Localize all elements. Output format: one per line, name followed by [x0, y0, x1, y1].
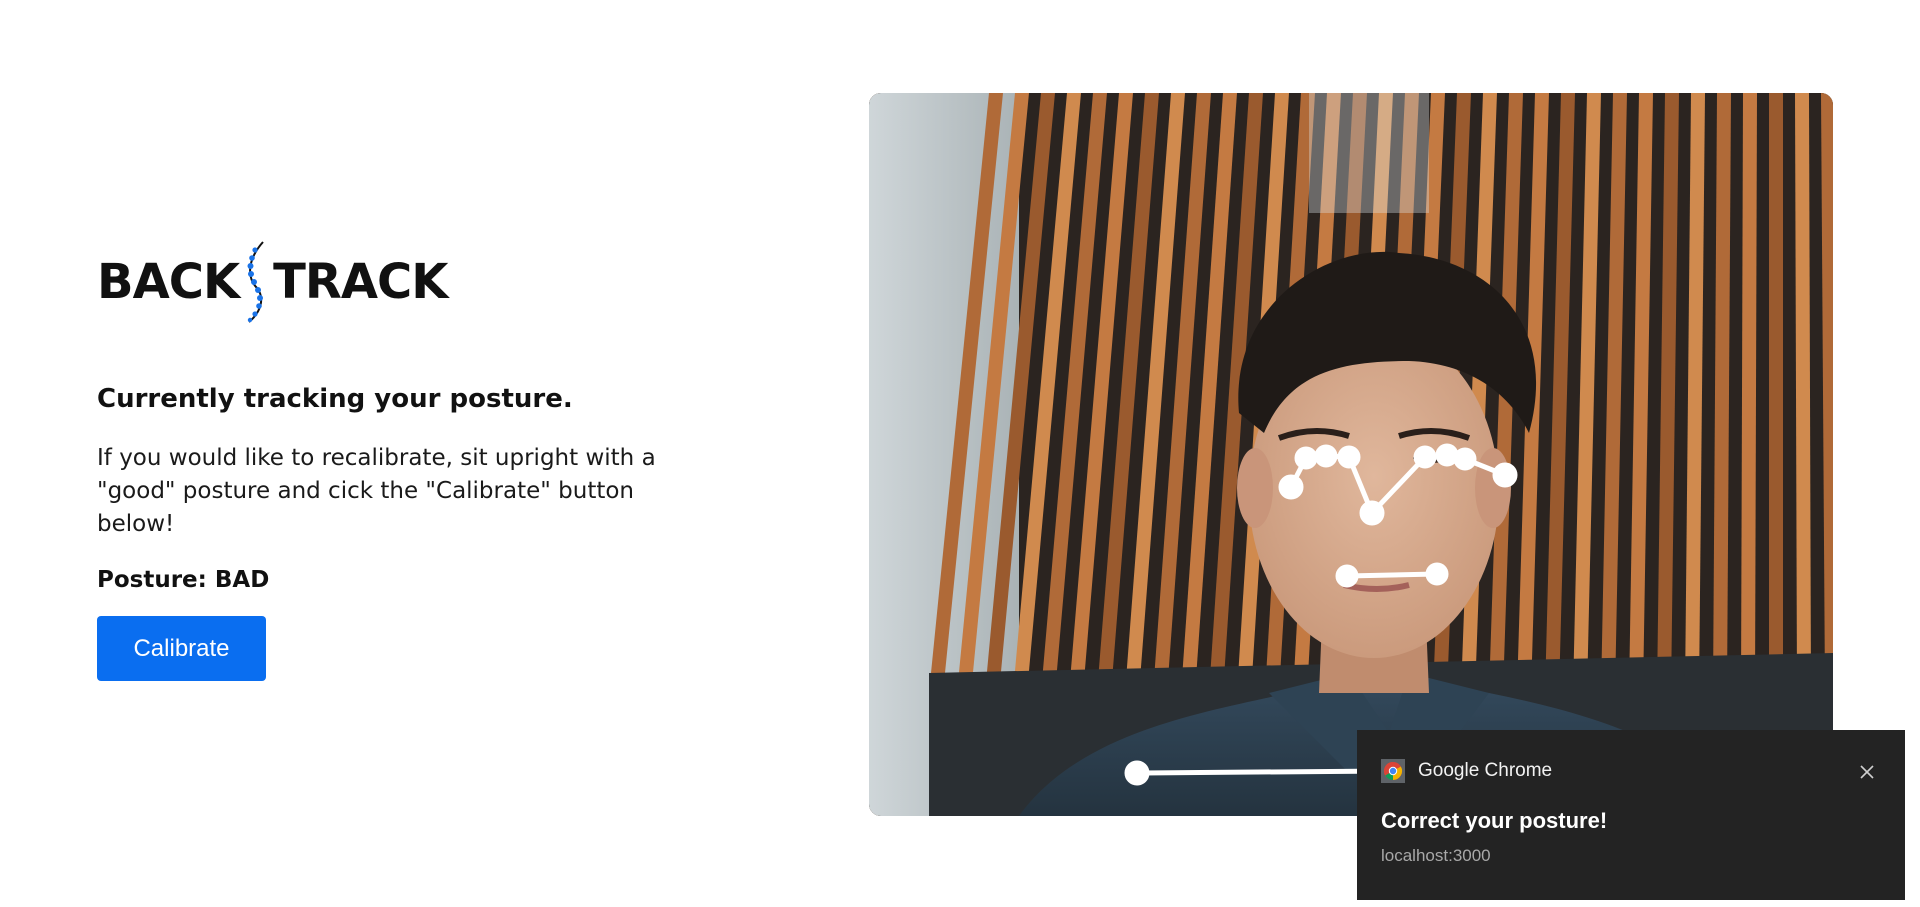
wooden-slat: [1741, 93, 1757, 693]
window-glow: [1309, 93, 1429, 213]
wooden-slat: [1769, 93, 1783, 693]
posture-status-value: BAD: [214, 567, 270, 593]
notification-header: Google Chrome: [1381, 759, 1552, 783]
close-icon[interactable]: [1859, 764, 1875, 780]
logo-text-back: BACK: [97, 254, 240, 310]
webcam-image: [869, 93, 1833, 816]
info-panel: BACK TRACK Currently tracking your postu…: [97, 240, 737, 681]
recalibrate-instructions: If you would like to recalibrate, sit up…: [97, 445, 656, 537]
chrome-icon: [1381, 759, 1405, 783]
calibrate-button[interactable]: Calibrate: [97, 616, 266, 681]
webcam-feed: [869, 93, 1833, 816]
app-page: BACK TRACK Currently tracking your postu…: [0, 0, 1920, 907]
posture-status: Posture: BAD: [97, 567, 737, 593]
wooden-slat: [1795, 93, 1811, 693]
notification-app-name: Google Chrome: [1418, 760, 1553, 781]
notification-source: localhost:3000: [1381, 846, 1491, 865]
chrome-notification[interactable]: Google Chrome Correct your posture! loca…: [1357, 730, 1905, 900]
backtrack-logo: BACK TRACK: [97, 240, 737, 324]
spine-icon: [247, 241, 264, 323]
tracking-heading: Currently tracking your posture.: [97, 384, 573, 414]
notification-title: Correct your posture!: [1381, 808, 1608, 833]
logo-text-track: TRACK: [273, 254, 448, 310]
posture-status-label: Posture:: [97, 567, 207, 593]
